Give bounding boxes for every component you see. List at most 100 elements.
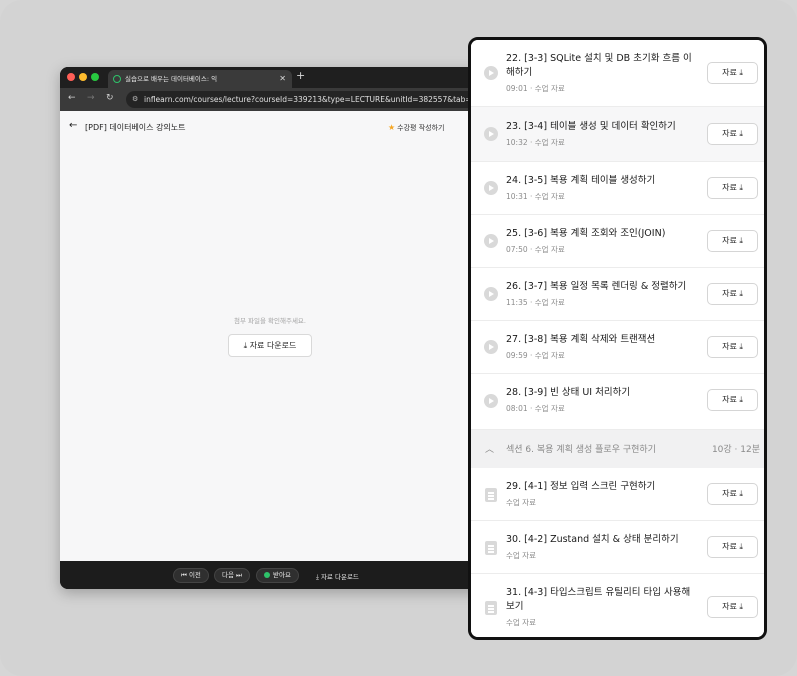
- download-icon: ⤓: [739, 542, 743, 551]
- resource-button[interactable]: 자료 ⤓: [707, 596, 758, 618]
- document-icon: [485, 541, 497, 555]
- resource-label: 자료: [722, 542, 737, 551]
- minimize-window-button[interactable]: [79, 73, 87, 81]
- resource-label: 자료: [722, 342, 737, 351]
- back-arrow-icon[interactable]: ←: [69, 120, 77, 131]
- write-review-button[interactable]: ★ 수강평 작성하기: [388, 123, 444, 133]
- download-icon: ⤓: [243, 341, 248, 350]
- curriculum-item[interactable]: 28. [3-9] 빈 상태 UI 처리하기 08:01 · 수업 자료 자료 …: [471, 374, 764, 430]
- curriculum-item[interactable]: 31. [4-3] 타입스크립트 유틸리티 타입 사용해 보기 수업 자료 자료…: [471, 574, 764, 637]
- close-window-button[interactable]: [67, 73, 75, 81]
- item-meta: 11:35 · 수업 자료: [506, 298, 565, 307]
- play-icon: [484, 127, 498, 141]
- download-icon: ⤓: [739, 129, 743, 138]
- new-tab-icon[interactable]: +: [296, 69, 305, 82]
- forward-arrow-icon[interactable]: →: [87, 93, 95, 103]
- resource-label: 자료: [722, 395, 737, 404]
- item-title: 25. [3-6] 복용 계획 조회와 조인(JOIN): [506, 228, 666, 239]
- browser-tab[interactable]: 실습으로 배우는 데이터베이스: 익 ✕: [108, 70, 292, 88]
- address-bar: ← → ↻ ⚙ inflearn.com/courses/lecture?cou…: [60, 88, 530, 111]
- resource-button[interactable]: 자료 ⤓: [707, 336, 758, 358]
- browser-window: 실습으로 배우는 데이터베이스: 익 ✕ + ← → ↻ ⚙ inflearn.…: [60, 67, 530, 589]
- resource-label: 자료: [722, 602, 737, 611]
- item-meta: 10:32 · 수업 자료: [506, 138, 565, 147]
- download-button[interactable]: ⤓ 자료 다운로드: [228, 334, 312, 357]
- play-icon: [484, 66, 498, 80]
- resource-label: 자료: [722, 68, 737, 77]
- page-header: ← [PDF] 데이터베이스 강의노트 ★ 수강평 작성하기: [60, 111, 530, 141]
- resource-button[interactable]: 자료 ⤓: [707, 177, 758, 199]
- bottom-download-button[interactable]: ⤓ 자료 다운로드: [316, 571, 359, 582]
- download-icon: ⤓: [739, 289, 743, 298]
- prev-icon: ⏮: [181, 571, 187, 579]
- chevron-up-icon[interactable]: ︿: [485, 442, 494, 455]
- curriculum-panel: 22. [3-3] SQLite 설치 및 DB 초기화 흐름 이해하기 09:…: [468, 37, 767, 640]
- maximize-window-button[interactable]: [91, 73, 99, 81]
- item-title: 28. [3-9] 빈 상태 UI 처리하기: [506, 387, 631, 398]
- curriculum-item[interactable]: 30. [4-2] Zustand 설치 & 상태 분리하기 수업 자료 자료 …: [471, 521, 764, 574]
- item-meta: 09:59 · 수업 자료: [506, 351, 565, 360]
- resource-button[interactable]: 자료 ⤓: [707, 230, 758, 252]
- resource-button[interactable]: 자료 ⤓: [707, 389, 758, 411]
- tab-title: 실습으로 배우는 데이터베이스: 익: [125, 75, 218, 83]
- status-label: 받아요: [273, 571, 291, 579]
- item-meta: 07:50 · 수업 자료: [506, 245, 565, 254]
- curriculum-item[interactable]: 22. [3-3] SQLite 설치 및 DB 초기화 흐름 이해하기 09:…: [471, 40, 764, 107]
- reload-icon[interactable]: ↻: [106, 93, 114, 103]
- write-review-label: 수강평 작성하기: [397, 124, 445, 132]
- download-icon: ⤓: [739, 602, 743, 611]
- curriculum-item[interactable]: 27. [3-8] 복용 계획 삭제와 트랜잭션 09:59 · 수업 자료 자…: [471, 321, 764, 374]
- status-button[interactable]: 받아요: [256, 568, 299, 583]
- prev-label: 이전: [188, 571, 201, 579]
- document-icon: [485, 488, 497, 502]
- resource-label: 자료: [722, 183, 737, 192]
- star-icon: ★: [388, 123, 396, 132]
- curriculum-item[interactable]: 26. [3-7] 복용 일정 목록 렌더링 & 정렬하기 11:35 · 수업…: [471, 268, 764, 321]
- empty-message: 첨부 파일을 확인해주세요.: [234, 317, 306, 325]
- curriculum-item[interactable]: 24. [3-5] 복용 계획 테이블 생성하기 10:31 · 수업 자료 자…: [471, 162, 764, 215]
- lecture-bottom-bar: ⏮ 이전 다음 ⏭ 받아요 ⤓ 자료 다운로드: [60, 561, 530, 589]
- item-title: 23. [3-4] 테이블 생성 및 데이터 확인하기: [506, 121, 676, 132]
- item-meta: 08:01 · 수업 자료: [506, 404, 565, 413]
- download-icon: ⤓: [739, 342, 743, 351]
- item-meta: 09:01 · 수업 자료: [506, 84, 565, 93]
- curriculum-item[interactable]: 23. [3-4] 테이블 생성 및 데이터 확인하기 10:32 · 수업 자…: [471, 107, 764, 162]
- lecture-content: ← [PDF] 데이터베이스 강의노트 ★ 수강평 작성하기 첨부 파일을 확인해…: [60, 111, 530, 561]
- inflearn-favicon-icon: [113, 75, 121, 83]
- resource-label: 자료: [722, 236, 737, 245]
- play-icon: [484, 340, 498, 354]
- play-icon: [484, 287, 498, 301]
- item-title: 29. [4-1] 정보 입력 스크린 구현하기: [506, 481, 656, 492]
- resource-button[interactable]: 자료 ⤓: [707, 283, 758, 305]
- site-settings-icon[interactable]: ⚙: [132, 91, 138, 108]
- url-text: inflearn.com/courses/lecture?courseId=33…: [144, 95, 489, 104]
- item-meta: 수업 자료: [506, 618, 536, 627]
- prev-button[interactable]: ⏮ 이전: [173, 568, 209, 583]
- play-icon: [484, 234, 498, 248]
- resource-button[interactable]: 자료 ⤓: [707, 483, 758, 505]
- section-header[interactable]: ︿ 섹션 6. 복용 계획 생성 플로우 구현하기 10강 · 12분: [471, 430, 764, 468]
- item-title: 30. [4-2] Zustand 설치 & 상태 분리하기: [506, 534, 679, 545]
- download-icon: ⤓: [739, 395, 743, 404]
- resource-button[interactable]: 자료 ⤓: [707, 536, 758, 558]
- item-meta: 수업 자료: [506, 498, 536, 507]
- play-icon: [484, 181, 498, 195]
- section-title: 섹션 6. 복용 계획 생성 플로우 구현하기: [506, 445, 656, 455]
- resource-button[interactable]: 자료 ⤓: [707, 62, 758, 84]
- download-icon: ⤓: [316, 573, 319, 581]
- next-icon: ⏭: [236, 571, 242, 579]
- item-title: 27. [3-8] 복용 계획 삭제와 트랜잭션: [506, 334, 656, 345]
- resource-button[interactable]: 자료 ⤓: [707, 123, 758, 145]
- resource-label: 자료: [722, 289, 737, 298]
- play-icon: [484, 394, 498, 408]
- next-button[interactable]: 다음 ⏭: [214, 568, 250, 583]
- close-icon[interactable]: ✕: [279, 70, 286, 88]
- back-arrow-icon[interactable]: ←: [68, 93, 76, 103]
- curriculum-item[interactable]: 25. [3-6] 복용 계획 조회와 조인(JOIN) 07:50 · 수업 …: [471, 215, 764, 268]
- curriculum-item[interactable]: 29. [4-1] 정보 입력 스크린 구현하기 수업 자료 자료 ⤓: [471, 468, 764, 521]
- download-icon: ⤓: [739, 489, 743, 498]
- document-icon: [485, 601, 497, 615]
- status-dot-icon: [264, 572, 270, 578]
- item-title: 24. [3-5] 복용 계획 테이블 생성하기: [506, 175, 656, 186]
- download-icon: ⤓: [739, 68, 743, 77]
